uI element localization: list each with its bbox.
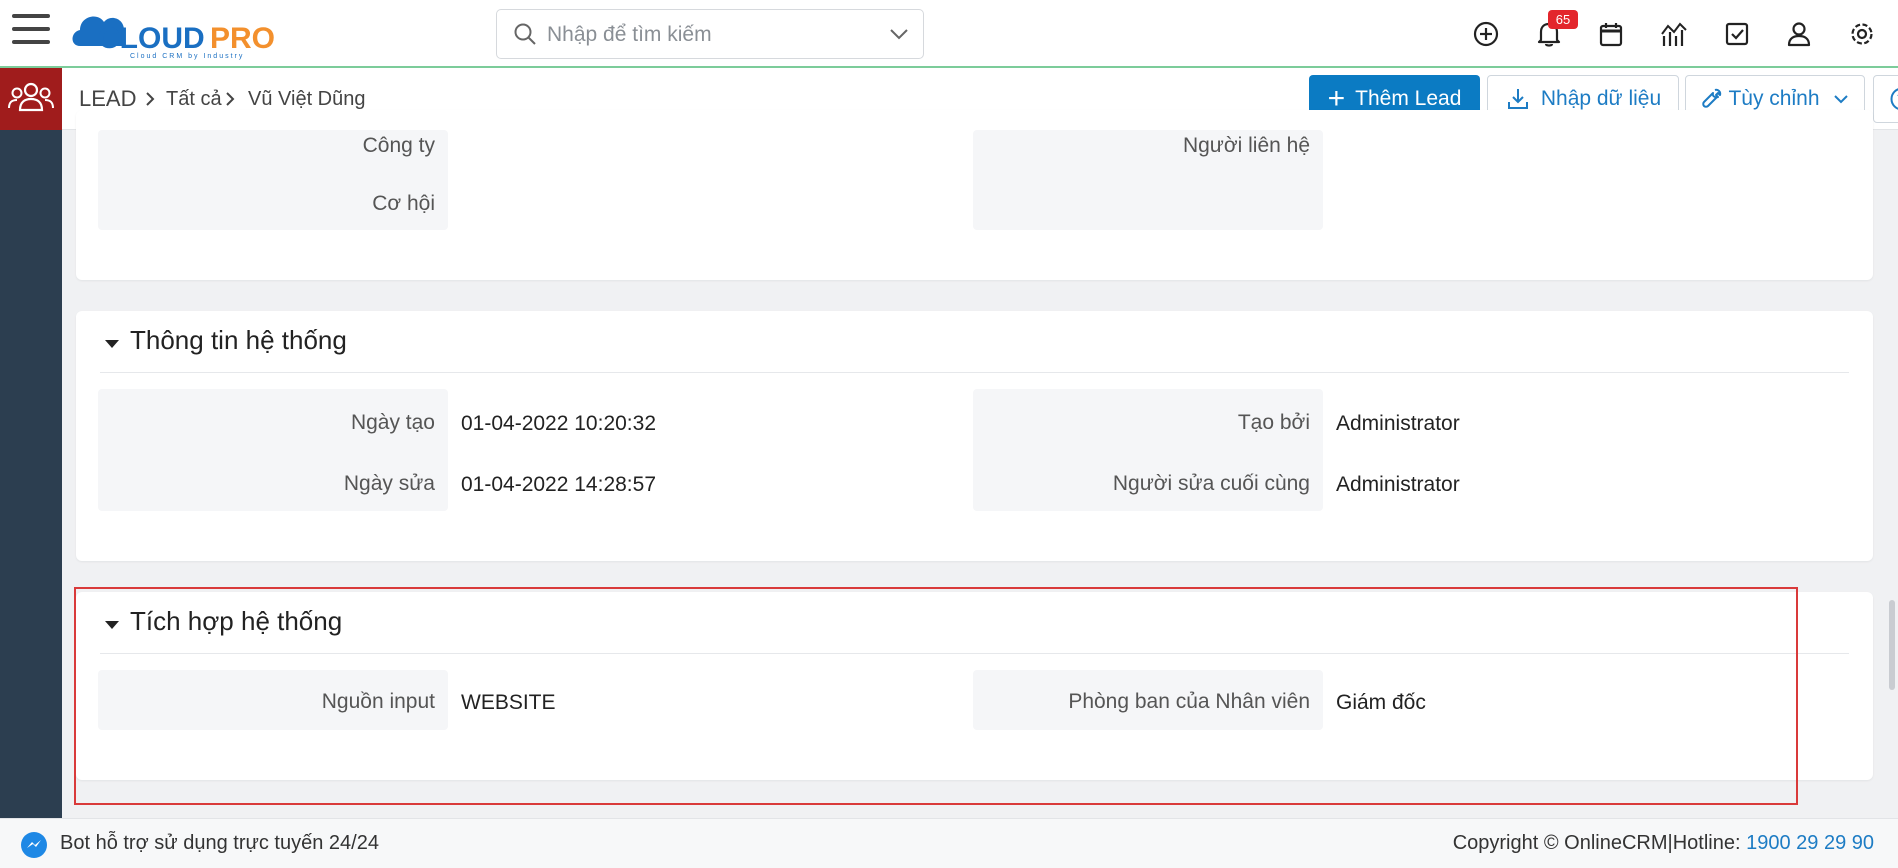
created-by-label: Tạo bởi xyxy=(1237,411,1310,434)
department-value: Giám đốc xyxy=(1336,691,1426,714)
chevron-down-icon xyxy=(1833,95,1848,104)
breadcrumb-module[interactable]: LEAD xyxy=(79,86,136,112)
users-icon xyxy=(8,82,54,112)
svg-text:CLOUD: CLOUD xyxy=(98,22,205,55)
scrollbar-thumb[interactable] xyxy=(1889,600,1895,690)
search-input[interactable] xyxy=(547,20,867,50)
plus-circle-icon[interactable] xyxy=(1470,18,1502,50)
customize-label: Tùy chỉnh xyxy=(1728,87,1820,110)
modified-label: Ngày sửa xyxy=(343,472,435,495)
top-bar: CLOUD PRO Cloud CRM by Industry 65 xyxy=(0,0,1898,68)
notification-badge: 65 xyxy=(1548,10,1578,29)
wrench-icon xyxy=(1702,88,1722,108)
svg-text:PRO: PRO xyxy=(210,22,275,55)
svg-text:Cloud CRM by Industry: Cloud CRM by Industry xyxy=(130,53,244,60)
user-icon[interactable] xyxy=(1783,18,1815,50)
section-header[interactable]: Thông tin hệ thống xyxy=(100,311,1849,373)
input-source-label: Nguồn input xyxy=(321,690,435,713)
created-by-value: Administrator xyxy=(1336,412,1460,435)
copyright-label: Copyright © OnlineCRM xyxy=(1452,832,1668,854)
system-info-card: Thông tin hệ thống Ngày tạo 01-04-2022 1… xyxy=(76,311,1873,561)
section-title: Thông tin hệ thống xyxy=(130,325,347,355)
collapse-triangle-icon xyxy=(105,340,119,348)
opportunity-label: Cơ hội xyxy=(372,192,435,215)
system-integration-card: Tích hợp hệ thống Nguồn input WEBSITE Ph… xyxy=(76,592,1873,780)
collapse-triangle-icon xyxy=(105,621,119,629)
chevron-right-icon xyxy=(226,92,235,106)
created-value: 01-04-2022 10:20:32 xyxy=(461,412,656,435)
created-label: Ngày tạo xyxy=(350,411,435,434)
chevron-right-icon xyxy=(146,92,155,106)
input-source-value: WEBSITE xyxy=(461,691,556,714)
breadcrumb-record: Vũ Việt Dũng xyxy=(248,88,366,110)
download-icon xyxy=(1507,89,1528,109)
help-button[interactable] xyxy=(1873,75,1898,123)
copyright-text: Copyright © OnlineCRM|Hotline: 1900 29 2… xyxy=(1453,832,1874,855)
logo[interactable]: CLOUD PRO Cloud CRM by Industry xyxy=(70,6,302,62)
hotline-number[interactable]: 1900 29 29 90 xyxy=(1746,832,1874,854)
modified-by-value: Administrator xyxy=(1336,473,1460,496)
support-bot-link[interactable]: Bot hỗ trợ sử dụng trực tuyến 24/24 xyxy=(60,832,379,855)
chart-icon[interactable] xyxy=(1658,18,1690,50)
import-data-label: Nhập dữ liệu xyxy=(1540,87,1662,110)
calendar-icon[interactable] xyxy=(1595,18,1627,50)
modified-by-label: Người sửa cuối cùng xyxy=(1112,472,1310,495)
messenger-icon[interactable] xyxy=(20,831,48,859)
scrollbar[interactable] xyxy=(1886,130,1898,818)
checkbox-icon[interactable] xyxy=(1721,18,1753,50)
section-title: Tích hợp hệ thống xyxy=(130,606,343,636)
section-header[interactable]: Tích hợp hệ thống xyxy=(100,592,1849,654)
modified-value: 01-04-2022 14:28:57 xyxy=(461,473,656,496)
search-box[interactable] xyxy=(496,9,924,59)
breadcrumb-list[interactable]: Tất cả xyxy=(166,88,222,111)
hotline-label: |Hotline: xyxy=(1667,832,1747,854)
chevron-down-icon[interactable] xyxy=(889,26,909,42)
left-nav xyxy=(0,68,62,868)
lead-info-card: Công ty Cơ hội Người liên hệ xyxy=(76,110,1873,280)
contact-label: Người liên hệ xyxy=(1182,134,1310,157)
department-label: Phòng ban của Nhân viên xyxy=(1068,690,1310,713)
add-lead-label: Thêm Lead xyxy=(1355,87,1462,110)
menu-icon[interactable] xyxy=(12,14,50,50)
help-icon xyxy=(1890,88,1898,110)
company-label: Công ty xyxy=(362,134,435,157)
search-icon xyxy=(514,23,536,45)
gear-icon[interactable] xyxy=(1846,18,1878,50)
leads-module-button[interactable] xyxy=(0,68,62,130)
footer: Bot hỗ trợ sử dụng trực tuyến 24/24 Copy… xyxy=(0,818,1898,868)
